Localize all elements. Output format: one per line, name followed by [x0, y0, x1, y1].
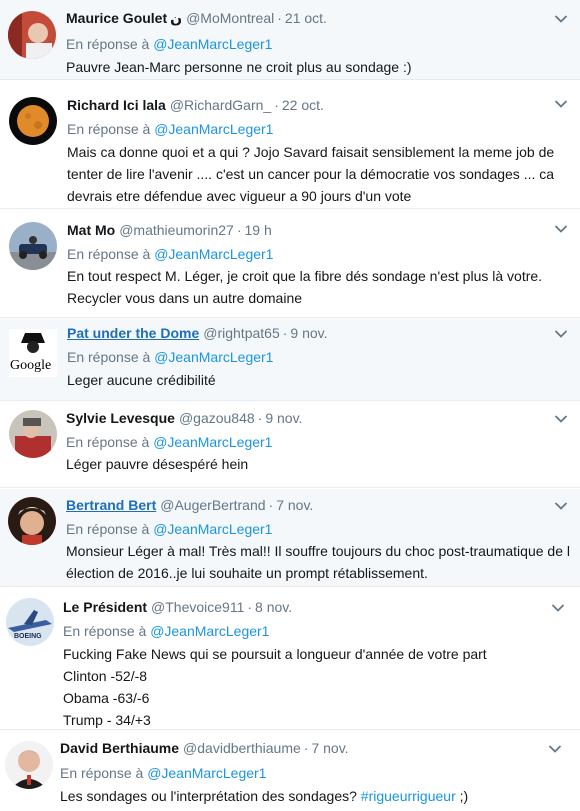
mention-link[interactable]: @JeanMarcLeger1 [154, 349, 273, 365]
chevron-down-icon[interactable] [554, 99, 568, 109]
tweet-text: Leger aucune crédibilité [67, 372, 216, 388]
hashtag-link[interactable]: #rigueurrigueur [361, 788, 456, 804]
mention-link[interactable]: @JeanMarcLeger1 [154, 246, 273, 262]
tweet-text: Mais ca donne quoi et a qui ? Jojo Savar… [67, 144, 555, 204]
display-name[interactable]: Mat Mo [67, 222, 115, 238]
timestamp[interactable]: 7 nov. [311, 740, 348, 756]
display-name[interactable]: Pat under the Dome [67, 325, 199, 341]
separator-dot: · [282, 325, 288, 341]
reply-context: En réponse à @JeanMarcLeger1 [63, 623, 270, 639]
mention-link[interactable]: @JeanMarcLeger1 [153, 36, 272, 52]
mention-link[interactable]: @JeanMarcLeger1 [153, 521, 272, 537]
handle[interactable]: @davidberthiaume [183, 740, 301, 756]
separator-dot: · [274, 97, 279, 113]
separator-dot: · [268, 497, 274, 513]
chevron-down-icon[interactable] [554, 14, 568, 24]
avatar-logo-text: Google [10, 358, 51, 373]
display-name[interactable]: Le Président [63, 599, 147, 615]
reply-context: En réponse à @JeanMarcLeger1 [67, 121, 274, 137]
tweet-text: En tout respect M. Léger, je croit que l… [67, 268, 543, 306]
handle[interactable]: @gazou848 [179, 410, 255, 426]
timestamp[interactable]: 8 nov. [255, 599, 292, 615]
separator-dot: · [303, 740, 309, 756]
tweet-text: Pauvre Jean-Marc personne ne croit plus … [66, 59, 412, 75]
mention-link[interactable]: @JeanMarcLeger1 [153, 434, 272, 450]
tweet[interactable]: BOEING Le Président @Thevoice911 · 8 nov. E… [0, 588, 580, 730]
tweet[interactable]: Mat Mo @mathieumorin27 · 19 h En réponse à … [0, 210, 580, 318]
handle[interactable]: @mathieumorin27 [119, 222, 234, 238]
tweet-text: Fucking Fake News qui se poursuit a long… [63, 646, 487, 728]
display-name[interactable]: Sylvie Levesque [66, 410, 175, 426]
avatar[interactable] [9, 97, 57, 145]
avatar[interactable]: BOEING [6, 598, 54, 646]
handle[interactable]: @RichardGarn_ [170, 97, 271, 113]
tweet-text: Monsieur Léger à mal! Très mal!! Il souf… [66, 543, 570, 581]
tweet[interactable]: Sylvie Levesque @gazou848 · 9 nov. En répon… [0, 402, 580, 488]
handle[interactable]: @MoMontreal [186, 10, 274, 26]
reply-context: En réponse à @JeanMarcLeger1 [60, 765, 267, 781]
display-name[interactable]: Richard Ici lala [67, 97, 166, 113]
avatar[interactable] [5, 741, 53, 789]
timestamp[interactable]: 9 nov. [290, 325, 327, 341]
avatar[interactable]: Google [9, 329, 57, 377]
display-name[interactable]: David Berthiaume [60, 740, 179, 756]
separator-dot: · [247, 599, 253, 615]
chevron-down-icon[interactable] [551, 603, 565, 613]
reply-context: En réponse à @JeanMarcLeger1 [66, 36, 273, 52]
reply-context: En réponse à @JeanMarcLeger1 [67, 349, 274, 365]
tweet[interactable]: Richard Ici lala @RichardGarn_ · 22 oct. En… [0, 81, 580, 209]
avatar[interactable] [8, 497, 56, 545]
handle[interactable]: @Thevoice911 [151, 599, 244, 615]
chevron-down-icon[interactable] [548, 744, 562, 754]
avatar[interactable] [8, 11, 56, 59]
display-name[interactable]: Bertrand Bert [66, 497, 156, 513]
separator-dot: · [277, 10, 282, 26]
chevron-down-icon[interactable] [554, 329, 568, 339]
timestamp[interactable]: 7 nov. [276, 497, 313, 513]
name-symbol: ن [170, 10, 183, 26]
chevron-down-icon[interactable] [554, 224, 568, 234]
timestamp[interactable]: 22 oct. [282, 97, 324, 113]
timestamp[interactable]: 21 oct. [285, 10, 327, 26]
tweet[interactable]: Maurice Goulet ن @MoMontreal · 21 oct. En ré… [0, 0, 580, 80]
mention-link[interactable]: @JeanMarcLeger1 [147, 765, 266, 781]
display-name[interactable]: Maurice Goulet [66, 10, 167, 26]
mention-link[interactable]: @JeanMarcLeger1 [154, 121, 273, 137]
separator-dot: · [236, 222, 242, 238]
avatar[interactable] [9, 222, 57, 270]
avatar-logo-text: BOEING [14, 633, 42, 640]
handle[interactable]: @rightpat65 [203, 325, 279, 341]
chevron-down-icon[interactable] [554, 414, 568, 424]
separator-dot: · [257, 410, 263, 426]
tweet[interactable]: Google Pat under the Dome @rightpat65 · 9 n… [0, 319, 580, 401]
tweet[interactable]: Bertrand Bert @AugerBertrand · 7 nov. En ré… [0, 489, 580, 587]
chevron-down-icon[interactable] [554, 501, 568, 511]
tweet[interactable]: David Berthiaume @davidberthiaume · 7 nov. … [0, 731, 580, 811]
timestamp[interactable]: 19 h [245, 222, 272, 238]
avatar[interactable] [9, 410, 57, 458]
replies-timeline: Maurice Goulet ن @MoMontreal · 21 oct. En ré… [0, 0, 580, 811]
reply-context: En réponse à @JeanMarcLeger1 [66, 434, 273, 450]
handle[interactable]: @AugerBertrand [160, 497, 265, 513]
reply-context: En réponse à @JeanMarcLeger1 [66, 521, 273, 537]
tweet-text: Léger pauvre désespéré hein [66, 456, 249, 472]
tweet-text: Les sondages ou l'interprétation des son… [60, 788, 469, 804]
timestamp[interactable]: 9 nov. [265, 410, 302, 426]
mention-link[interactable]: @JeanMarcLeger1 [150, 623, 269, 639]
reply-context: En réponse à @JeanMarcLeger1 [67, 246, 274, 262]
